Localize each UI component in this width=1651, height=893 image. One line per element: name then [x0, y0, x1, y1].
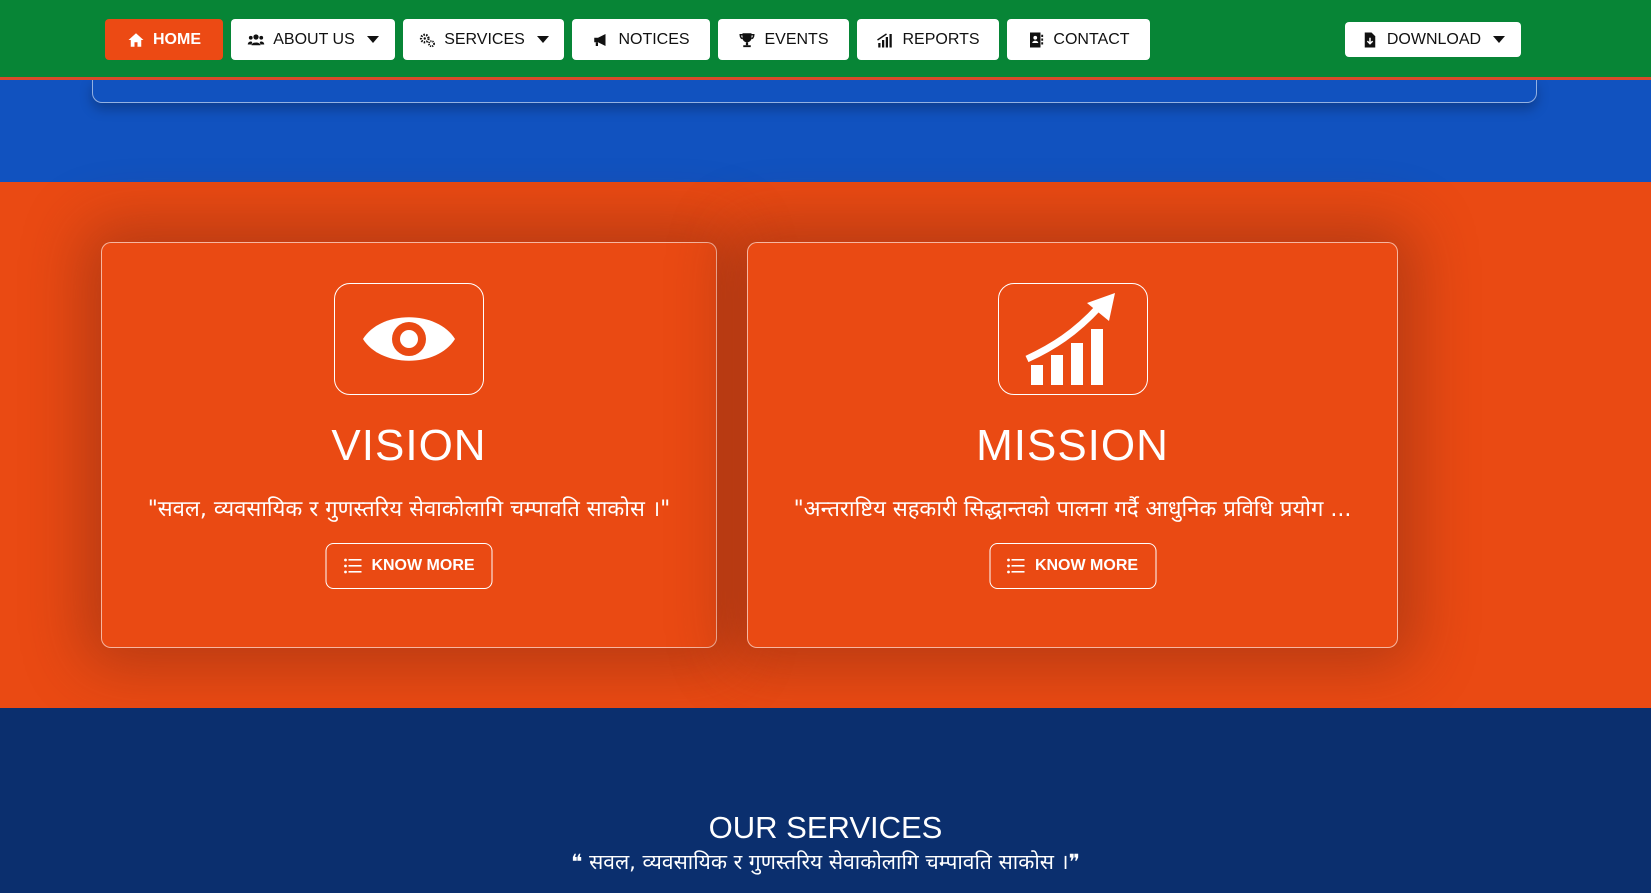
services-subtitle: ❝ सवल, व्यवसायिक र गुणस्तरिय सेवाकोलागि … [571, 850, 1080, 874]
chevron-down-icon [1493, 36, 1506, 43]
nav-services-button[interactable]: SERVICES [403, 19, 564, 60]
mission-icon-box [997, 283, 1148, 395]
trophy-icon [739, 32, 755, 47]
vision-know-more-label: KNOW MORE [371, 557, 475, 574]
top-navbar: HOME ABOUT US SERVICES NOTICES EVENTS RE… [0, 0, 1651, 80]
users-icon [248, 33, 265, 45]
nav-download-button[interactable]: DOWNLOAD [1345, 22, 1521, 57]
vision-icon-box [334, 283, 484, 395]
home-icon [128, 32, 144, 47]
file-download-icon [1364, 32, 1376, 47]
list-icon [1007, 558, 1025, 574]
mission-know-more-label: KNOW MORE [1034, 557, 1139, 574]
nav-home-label: HOME [153, 30, 201, 48]
vision-card: VISION "सवल, व्यवसायिक र गुणस्तरिय सेवाक… [101, 242, 717, 648]
chevron-down-icon [536, 36, 549, 43]
mission-title: MISSION [976, 421, 1169, 470]
vision-title: VISION [331, 421, 487, 470]
slider-card-edge [92, 80, 1537, 103]
megaphone-icon [594, 33, 606, 46]
vision-know-more-button[interactable]: KNOW MORE [325, 543, 493, 589]
nav-events-label: EVENTS [764, 30, 829, 48]
chevron-down-icon [366, 36, 379, 43]
nav-download-label: DOWNLOAD [1386, 30, 1482, 48]
eye-icon [363, 317, 455, 361]
nav-contact-button[interactable]: CONTACT [1007, 19, 1150, 60]
address-book-icon [1030, 32, 1044, 47]
mission-know-more-button[interactable]: KNOW MORE [989, 543, 1156, 589]
services-section: OUR SERVICES ❝ सवल, व्यवसायिक र गुणस्तरि… [0, 708, 1651, 893]
nav-contact-label: CONTACT [1053, 30, 1130, 48]
nav-services-label: SERVICES [444, 30, 525, 48]
mission-card: MISSION "अन्तराष्टिय सहकारी सिद्धान्तको … [747, 242, 1398, 648]
nav-notices-label: NOTICES [618, 30, 690, 48]
growth-chart-icon [1025, 293, 1115, 385]
mission-text: "अन्तराष्टिय सहकारी सिद्धान्तको पालना गर… [793, 497, 1352, 522]
nav-notices-button[interactable]: NOTICES [572, 19, 710, 60]
nav-home-button[interactable]: HOME [105, 19, 223, 60]
nav-events-button[interactable]: EVENTS [718, 19, 849, 60]
nav-about-label: ABOUT US [273, 30, 355, 48]
nav-reports-label: REPORTS [902, 30, 980, 48]
vision-mission-section: VISION "सवल, व्यवसायिक र गुणस्तरिय सेवाक… [0, 182, 1651, 708]
services-title: OUR SERVICES [708, 810, 943, 845]
gears-icon [420, 33, 436, 47]
nav-about-button[interactable]: ABOUT US [231, 19, 395, 60]
nav-reports-button[interactable]: REPORTS [857, 19, 999, 60]
vision-text: "सवल, व्यवसायिक र गुणस्तरिय सेवाकोलागि च… [147, 497, 671, 522]
list-icon [344, 558, 362, 574]
bar-chart-icon [877, 32, 893, 47]
